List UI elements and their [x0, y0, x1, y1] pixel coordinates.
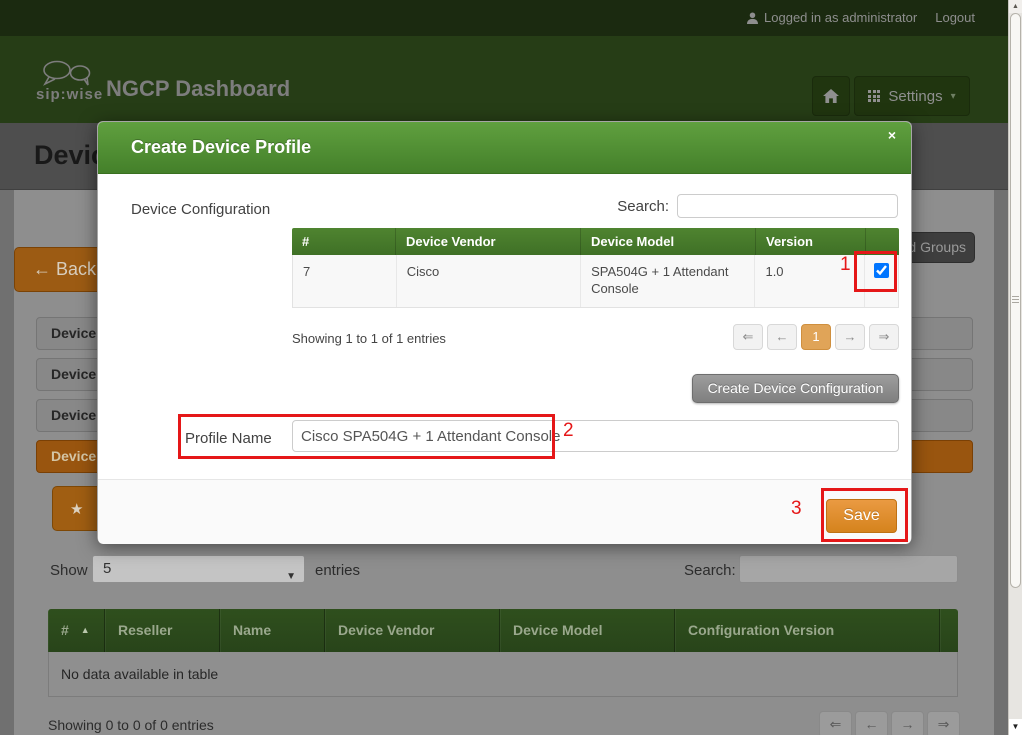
scrollbar-down-icon[interactable]: ▼	[1009, 719, 1022, 735]
cell-id: 7	[293, 255, 397, 307]
profiles-table-header: #▲ Reseller Name Device Vendor Device Mo…	[48, 609, 958, 652]
column-header-id[interactable]: #	[292, 228, 396, 255]
list-search-input[interactable]	[739, 555, 958, 583]
grid-icon	[868, 90, 880, 102]
cell-device-vendor: Cisco	[397, 255, 581, 307]
device-configuration-table: # Device Vendor Device Model Version 7 C…	[292, 228, 899, 308]
modal-search-label: Search:	[617, 198, 669, 215]
logout-link[interactable]: Logout	[935, 10, 975, 25]
browser-scrollbar: ▲ ▼	[1008, 0, 1022, 735]
annotation-number-step2: 2	[563, 420, 574, 442]
annotation-box-step1	[854, 251, 897, 292]
profiles-table: #▲ Reseller Name Device Vendor Device Mo…	[48, 609, 958, 697]
pagination-first-button[interactable]: ⇐	[819, 711, 852, 735]
annotation-number-step1: 1	[840, 254, 851, 276]
cell-device-model: SPA504G + 1 Attendant Console	[581, 255, 755, 307]
annotation-number-step3: 3	[791, 498, 802, 520]
column-header-actions	[940, 609, 958, 652]
modal-header: Create Device Profile ×	[98, 122, 911, 174]
modal-footer: Save	[98, 479, 911, 544]
pagination-first-button[interactable]: ⇐	[733, 324, 763, 350]
list-pagination: ⇐ ← → ⇒	[819, 711, 960, 735]
sort-asc-icon: ▲	[81, 625, 90, 635]
column-header-device-model[interactable]: Device Model	[581, 228, 756, 255]
annotation-box-step2	[178, 414, 555, 459]
column-header-name[interactable]: Name	[220, 609, 325, 652]
annotation-box-step3	[821, 488, 908, 542]
settings-button[interactable]: Settings ▾	[854, 76, 970, 116]
brand-logo-text: sip:wise	[36, 86, 103, 103]
scrollbar-up-icon[interactable]: ▲	[1009, 0, 1022, 13]
login-status: Logged in as administrator	[747, 10, 917, 25]
chevron-down-icon: ▾	[951, 91, 956, 102]
sipwise-logo-icon	[38, 60, 96, 87]
pagination-last-button[interactable]: ⇒	[869, 324, 899, 350]
user-icon	[747, 12, 758, 24]
list-showing-info: Showing 0 to 0 of 0 entries	[48, 717, 214, 733]
modal-search-input[interactable]	[677, 194, 898, 218]
pagination-next-button[interactable]: →	[891, 711, 924, 735]
scrollbar-thumb[interactable]	[1010, 13, 1021, 588]
device-configuration-table-header: # Device Vendor Device Model Version	[292, 228, 899, 255]
home-icon	[823, 89, 839, 103]
entries-per-page-select[interactable]: 5 ▼	[92, 555, 305, 583]
list-search-label: Search:	[684, 562, 736, 579]
entries-label: entries	[315, 562, 360, 579]
show-label: Show	[50, 562, 88, 579]
column-header-device-vendor[interactable]: Device Vendor	[325, 609, 500, 652]
top-status-bar: Logged in as administrator Logout	[0, 0, 1022, 36]
back-button-label: Back	[56, 259, 96, 279]
table-row: 7 Cisco SPA504G + 1 Attendant Console 1.…	[292, 255, 899, 308]
entries-per-page-value: 5	[103, 560, 111, 577]
modal-showing-info: Showing 1 to 1 of 1 entries	[292, 331, 446, 346]
column-header-reseller[interactable]: Reseller	[105, 609, 220, 652]
pagination-last-button[interactable]: ⇒	[927, 711, 960, 735]
main-navbar: sip:wise NGCP Dashboard Settings ▾	[0, 36, 1022, 123]
star-icon: ★	[70, 501, 83, 518]
select-caret-icon: ▼	[286, 564, 296, 590]
column-header-id[interactable]: #▲	[48, 609, 105, 652]
pagination-next-button[interactable]: →	[835, 324, 865, 350]
create-device-profile-modal: Create Device Profile × Device Configura…	[97, 121, 912, 543]
pagination-prev-button[interactable]: ←	[767, 324, 797, 350]
home-button[interactable]	[812, 76, 850, 116]
column-header-version[interactable]: Version	[756, 228, 866, 255]
device-configuration-label: Device Configuration	[131, 201, 270, 218]
close-icon[interactable]: ×	[888, 127, 896, 143]
settings-button-label: Settings	[888, 88, 942, 105]
scrollbar-grip	[1012, 296, 1019, 304]
login-status-text: Logged in as administrator	[764, 10, 917, 25]
column-header-device-model[interactable]: Device Model	[500, 609, 675, 652]
modal-title: Create Device Profile	[131, 137, 311, 158]
modal-pagination: ⇐ ← 1 → ⇒	[733, 324, 899, 350]
brand-product-name: NGCP Dashboard	[106, 76, 290, 102]
back-arrow-icon: ←	[33, 259, 51, 279]
pagination-page-1-button[interactable]: 1	[801, 324, 831, 350]
screen: Logged in as administrator Logout sip:wi…	[0, 0, 1022, 735]
create-device-configuration-button[interactable]: Create Device Configuration	[692, 374, 899, 403]
column-header-configuration-version[interactable]: Configuration Version	[675, 609, 940, 652]
empty-table-row: No data available in table	[48, 652, 958, 697]
pagination-prev-button[interactable]: ←	[855, 711, 888, 735]
column-header-device-vendor[interactable]: Device Vendor	[396, 228, 581, 255]
